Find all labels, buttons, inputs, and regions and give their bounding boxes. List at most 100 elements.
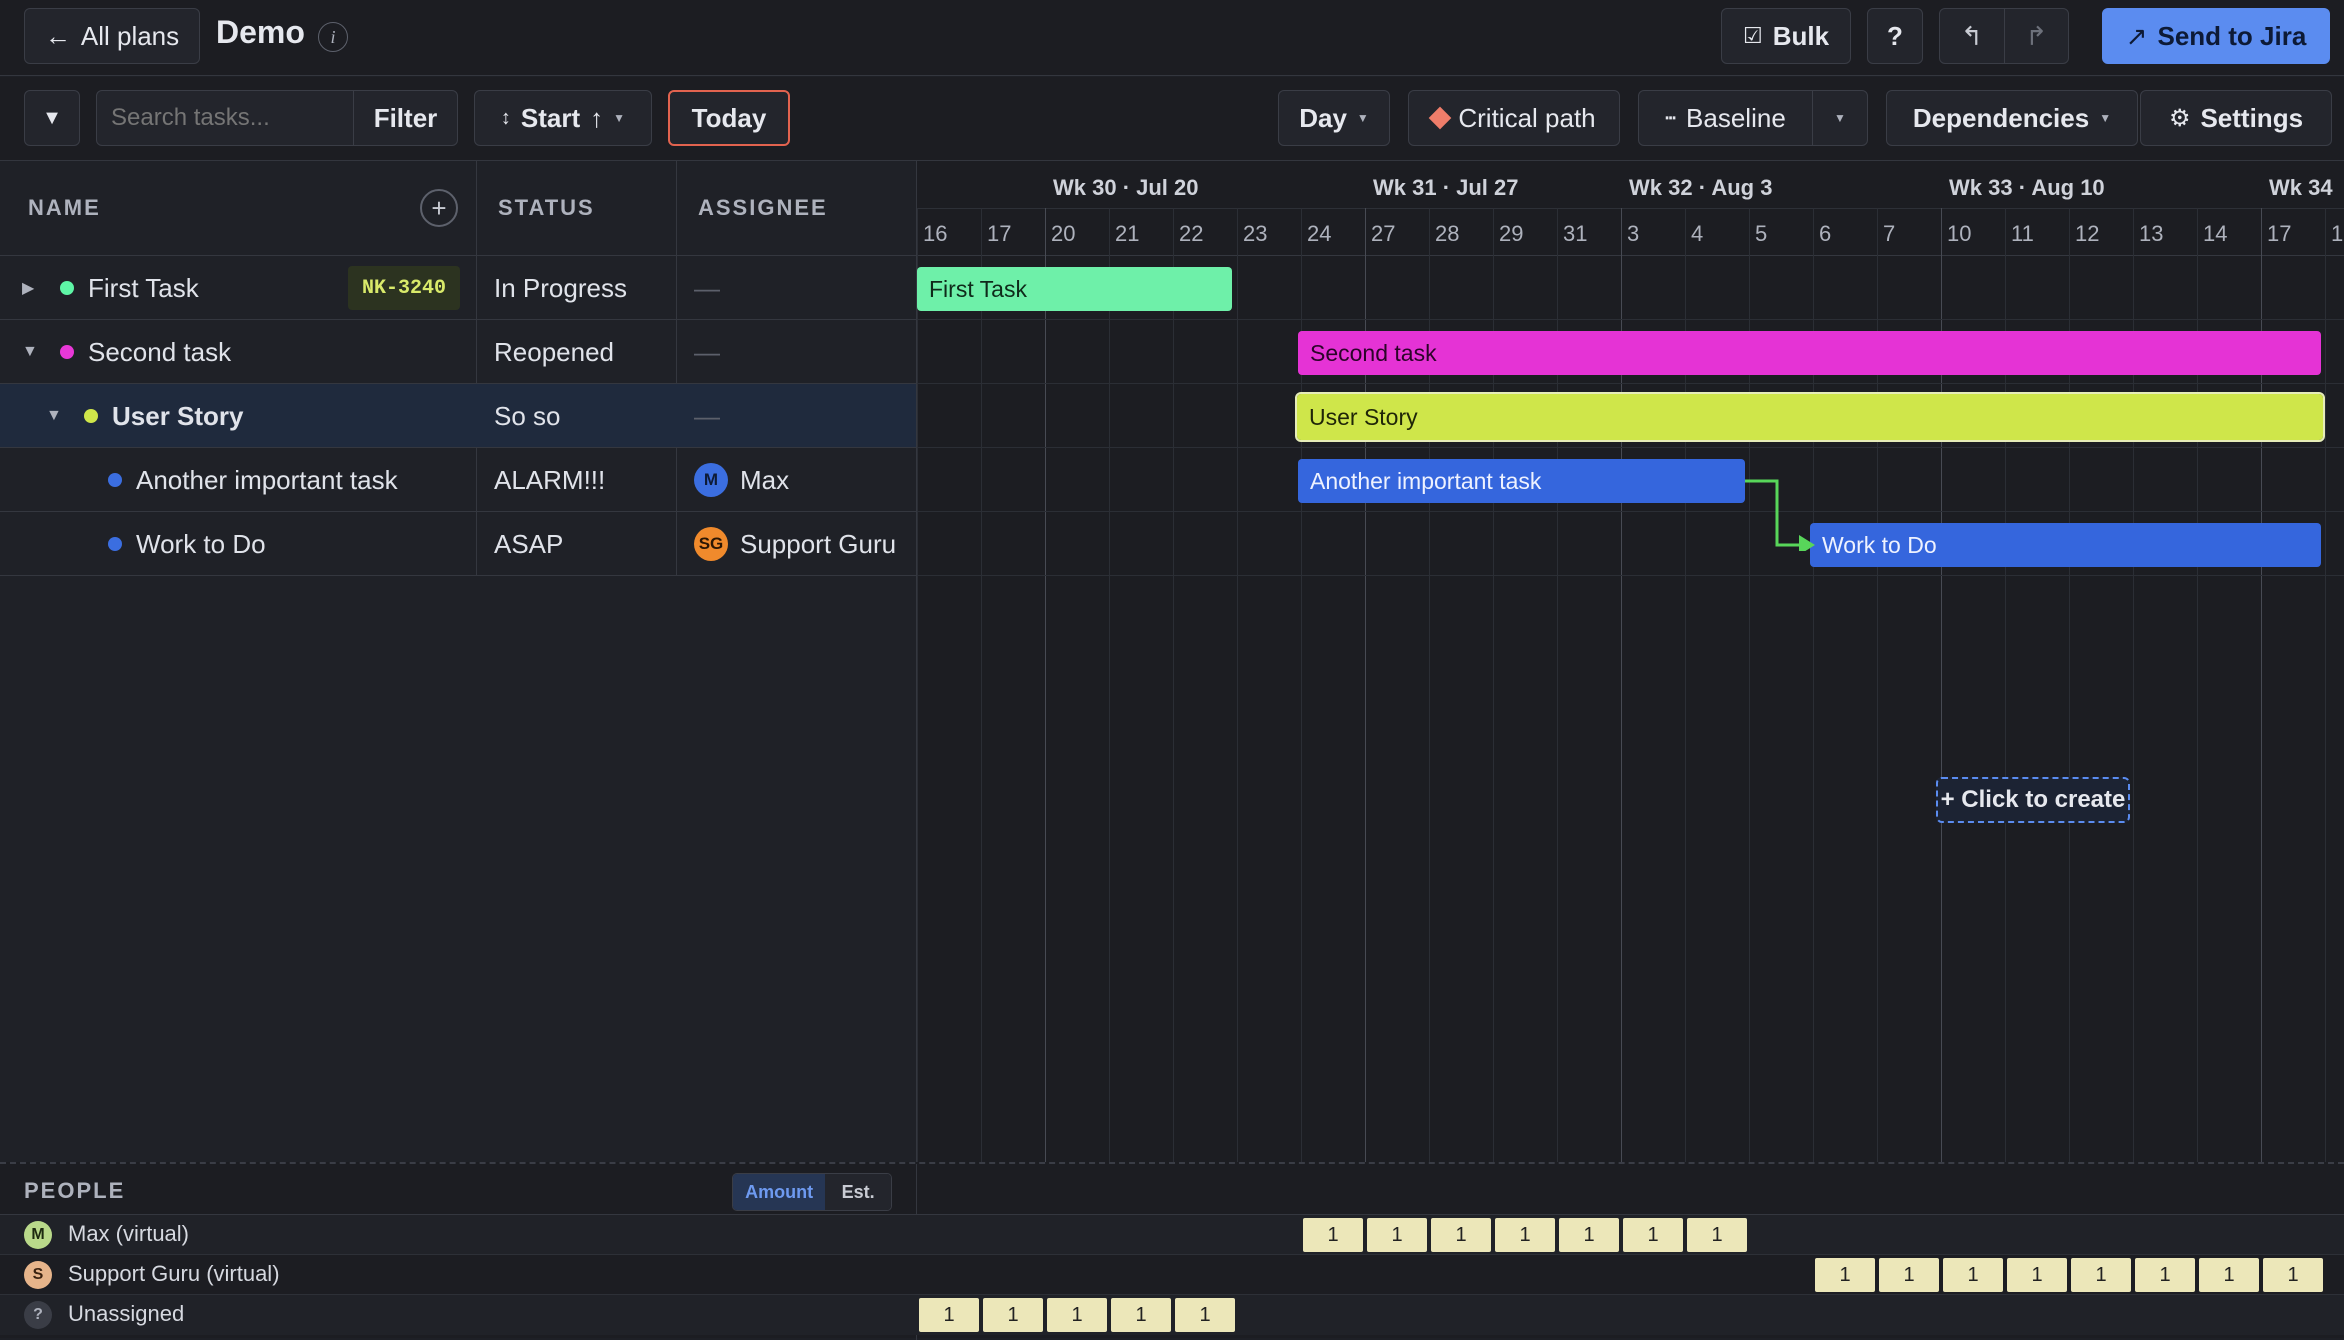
today-button[interactable]: Today xyxy=(668,90,790,146)
day-label: 11 xyxy=(2011,221,2034,246)
filter-button[interactable]: Filter xyxy=(353,91,457,145)
baseline-dropdown-icon[interactable]: ▼ xyxy=(1813,91,1867,145)
all-plans-label: All plans xyxy=(80,20,180,51)
gantt-bar-work-to-do[interactable]: Work to Do xyxy=(1810,523,2321,567)
workload-cell[interactable]: 1 xyxy=(1495,1218,1555,1252)
chevron-down-icon: ▼ xyxy=(613,111,626,125)
undo-icon[interactable]: ↰ xyxy=(1940,9,2005,63)
checkbox-icon: ☑ xyxy=(1742,23,1763,48)
workload-cell[interactable]: 1 xyxy=(2199,1258,2259,1292)
day-grid-line xyxy=(2325,208,2326,1162)
assignee-name: Support Guru xyxy=(740,528,897,559)
table-row[interactable]: ▼ Second task Reopened — xyxy=(0,320,916,384)
gantt-bar-another-important-task[interactable]: Another important task xyxy=(1298,459,1745,503)
help-button[interactable]: ? xyxy=(1867,8,1923,64)
people-panel: PEOPLE Amount Est. M Max (virtual) S Sup… xyxy=(0,1162,2344,1340)
redo-icon[interactable]: ↱ xyxy=(2005,9,2069,63)
column-status-header[interactable]: STATUS xyxy=(498,161,595,255)
workload-cell[interactable]: 1 xyxy=(2071,1258,2131,1292)
jira-key-badge[interactable]: NK-3240 xyxy=(348,266,460,310)
est-toggle[interactable]: Est. xyxy=(825,1174,891,1210)
day-label: 6 xyxy=(1819,221,1832,246)
expand-icon[interactable]: ▶ xyxy=(22,256,34,320)
day-label: 21 xyxy=(1115,221,1140,246)
sort-button[interactable]: ↕ Start ↑ ▼ xyxy=(474,90,652,146)
status-text: Reopened xyxy=(494,336,614,367)
collapse-all-button[interactable]: ▼ xyxy=(24,90,80,146)
table-row[interactable]: Another important task ALARM!!! M Max xyxy=(0,448,916,512)
collapse-icon[interactable]: ▼ xyxy=(22,320,38,384)
info-icon[interactable]: i xyxy=(318,22,348,52)
dependency-arrow[interactable] xyxy=(1737,461,1827,551)
status-text: In Progress xyxy=(494,272,627,303)
task-name: Another important task xyxy=(136,464,398,495)
person-name: Support Guru (virtual) xyxy=(68,1261,280,1286)
workload-cell[interactable]: 1 xyxy=(1367,1218,1427,1252)
bulk-button[interactable]: ☑ Bulk xyxy=(1721,8,1851,64)
table-row[interactable]: ▶ First Task NK-3240 In Progress — xyxy=(0,256,916,320)
all-plans-button[interactable]: ← All plans xyxy=(24,8,200,64)
person-name: Max (virtual) xyxy=(68,1221,190,1246)
send-to-jira-button[interactable]: ↗ Send to Jira xyxy=(2102,8,2330,64)
dependencies-select[interactable]: Dependencies ▼ xyxy=(1886,90,2138,146)
workload-cell[interactable]: 1 xyxy=(2263,1258,2323,1292)
top-bar: ← All plans Demo i ☑ Bulk ? ↰ ↱ ↗ Send t… xyxy=(0,0,2344,76)
person-row[interactable]: ? Unassigned xyxy=(0,1295,2344,1335)
status-dot xyxy=(60,320,74,384)
workload-cell[interactable]: 1 xyxy=(1687,1218,1747,1252)
assignee[interactable]: M Max xyxy=(694,448,789,512)
workload-cell[interactable]: 1 xyxy=(1431,1218,1491,1252)
gantt-bar-first-task[interactable]: First Task xyxy=(917,267,1232,311)
workload-cell[interactable]: 1 xyxy=(1047,1298,1107,1332)
person-row[interactable]: M Max (virtual) xyxy=(0,1215,2344,1255)
week-label: Wk 32 · Aug 3 xyxy=(1629,175,1773,200)
gantt-bar-user-story[interactable]: User Story xyxy=(1295,392,2325,442)
day-grid-line xyxy=(1237,208,1238,1162)
gantt-timeline[interactable]: Wk 30 · Jul 20 Wk 31 · Jul 27 Wk 32 · Au… xyxy=(917,161,2344,1162)
status-text: ALARM!!! xyxy=(494,464,606,495)
workload-cell[interactable]: 1 xyxy=(1623,1218,1683,1252)
toolbar: ▼ Filter ↕ Start ↑ ▼ Today Day ▼ Critica… xyxy=(0,77,2344,161)
amount-toggle[interactable]: Amount xyxy=(733,1174,826,1210)
bulk-label: Bulk xyxy=(1772,20,1830,51)
day-label: 29 xyxy=(1499,221,1524,246)
day-label: 10 xyxy=(1947,221,1972,246)
table-row[interactable]: Work to Do ASAP SG Support Guru xyxy=(0,512,916,576)
collapse-icon[interactable]: ▼ xyxy=(46,384,62,448)
table-row-selected[interactable]: ▼ User Story So so — xyxy=(0,384,916,448)
workload-cell[interactable]: 1 xyxy=(1559,1218,1619,1252)
settings-button[interactable]: ⚙ Settings xyxy=(2140,90,2332,146)
workload-cell[interactable]: 1 xyxy=(1815,1258,1875,1292)
add-task-icon[interactable]: + xyxy=(420,189,458,227)
week-label: Wk 31 · Jul 27 xyxy=(1373,175,1519,200)
workload-cell[interactable]: 1 xyxy=(1943,1258,2003,1292)
column-assignee-header[interactable]: ASSIGNEE xyxy=(698,161,828,255)
workload-cell[interactable]: 1 xyxy=(2007,1258,2067,1292)
search-input[interactable] xyxy=(97,91,353,145)
assignee[interactable]: SG Support Guru xyxy=(694,512,896,576)
click-to-create-placeholder[interactable]: + Click to create xyxy=(1936,777,2130,823)
settings-label: Settings xyxy=(2200,102,2304,133)
day-label: 23 xyxy=(1243,221,1268,246)
zoom-select[interactable]: Day ▼ xyxy=(1278,90,1390,146)
week-label: Wk 30 · Jul 20 xyxy=(1053,175,1199,200)
workload-cell[interactable]: 1 xyxy=(1879,1258,1939,1292)
chevron-down-icon: ▼ xyxy=(1356,111,1369,125)
workload-cell[interactable]: 1 xyxy=(1175,1298,1235,1332)
week-row-divider xyxy=(917,208,2344,209)
workload-cell[interactable]: 1 xyxy=(1111,1298,1171,1332)
column-name-header[interactable]: NAME xyxy=(28,161,101,255)
status-dot xyxy=(84,384,98,448)
workload-cell[interactable]: 1 xyxy=(919,1298,979,1332)
workload-cell[interactable]: 1 xyxy=(983,1298,1043,1332)
plan-title: Demo xyxy=(216,14,305,50)
workload-cell[interactable]: 1 xyxy=(1303,1218,1363,1252)
baseline-button[interactable]: ┅ Baseline xyxy=(1639,91,1813,145)
search-group: Filter xyxy=(96,90,458,146)
gantt-bar-second-task[interactable]: Second task xyxy=(1298,331,2321,375)
workload-cell[interactable]: 1 xyxy=(2135,1258,2195,1292)
day-label: 5 xyxy=(1755,221,1768,246)
task-name: Second task xyxy=(88,336,232,367)
critical-path-button[interactable]: Critical path xyxy=(1408,90,1620,146)
day-label: 12 xyxy=(2075,221,2100,246)
